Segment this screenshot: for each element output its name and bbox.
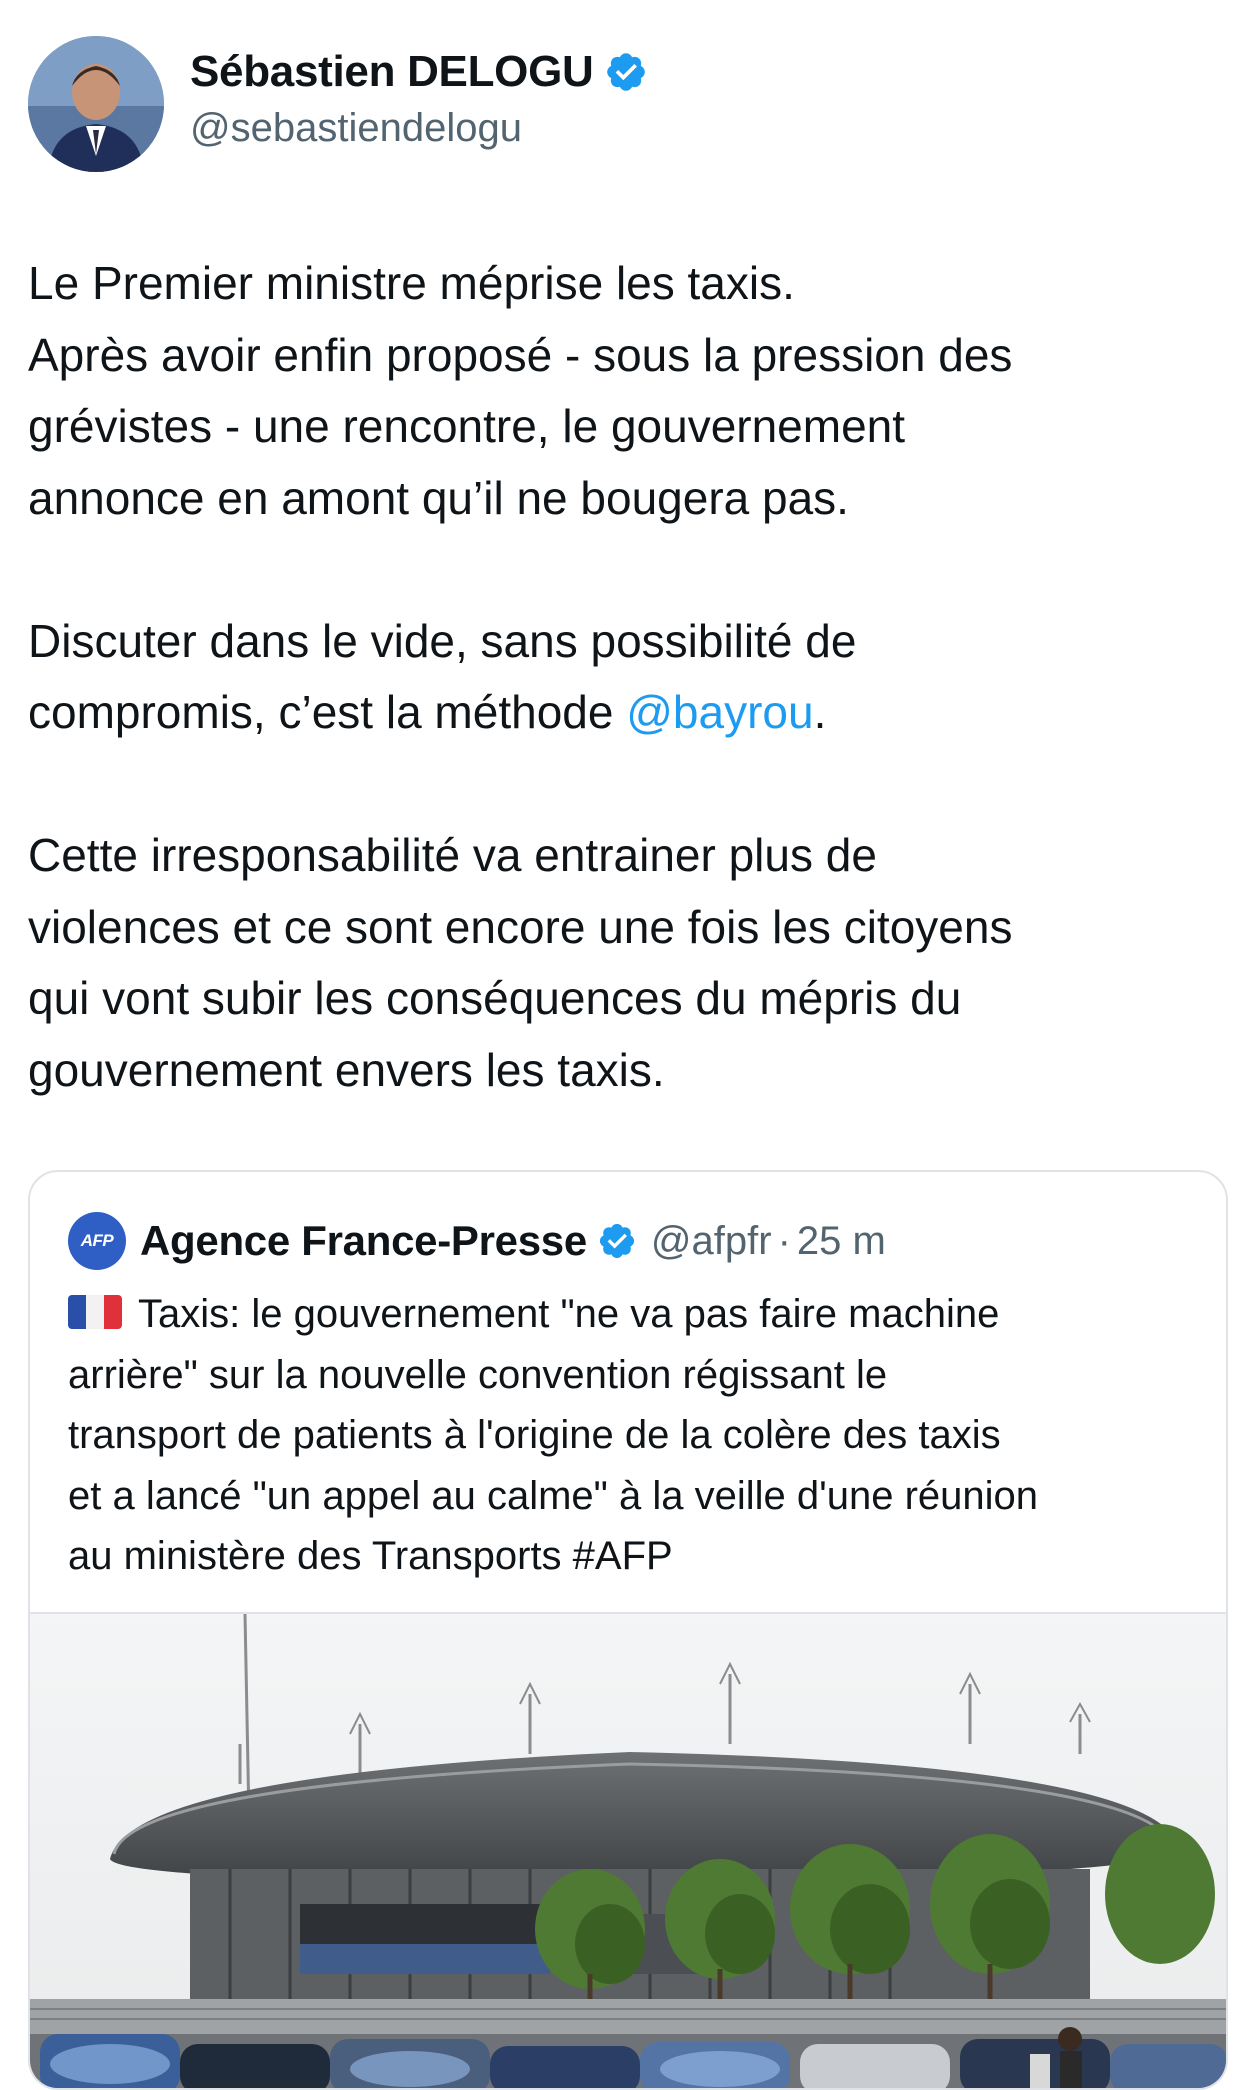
tweet-line-with-mention: compromis, c’est la méthode @bayrou. <box>28 677 1228 749</box>
author-names: Sébastien DELOGU @sebastiendelogu <box>190 36 648 152</box>
tweet-text-segment: compromis, c’est la méthode <box>28 686 627 738</box>
quoted-line: au ministère des Transports #AFP <box>68 1534 673 1578</box>
quoted-line: et a lancé "un appel au calme" à la veil… <box>68 1473 1039 1518</box>
quoted-tweet-card[interactable]: AFP Agence France-Presse @afpfr · 25 m T… <box>28 1170 1228 2090</box>
quoted-line: Taxis: le gouvernement "ne va pas faire … <box>68 1284 1208 1345</box>
tweet-line: Le Premier ministre méprise les taxis. <box>28 257 795 309</box>
quoted-line: transport de patients à l'origine de la … <box>68 1413 1001 1457</box>
tweet-text-segment: . <box>813 686 827 738</box>
mention-link[interactable]: @bayrou <box>626 686 813 738</box>
quoted-tweet-photo[interactable] <box>30 1612 1226 2088</box>
tweet-line: Après avoir enfin proposé - sous la pres… <box>28 328 1013 381</box>
quoted-author-handle[interactable]: @afpfr <box>651 1219 772 1264</box>
quoted-text-segment: Taxis: le gouvernement "ne va pas faire … <box>138 1292 1000 1336</box>
quoted-tweet-header: AFP Agence France-Presse @afpfr · 25 m <box>68 1212 886 1270</box>
tweet-line: Discuter dans le vide, sans possibilité … <box>28 614 857 667</box>
tweet-line: gouvernement envers les taxis. <box>28 1043 665 1096</box>
tweet-text: Le Premier ministre méprise les taxis. A… <box>28 248 1228 1106</box>
tweet-line: qui vont subir les conséquences du mépri… <box>28 972 962 1024</box>
display-name-row: Sébastien DELOGU <box>190 46 648 98</box>
author-handle[interactable]: @sebastiendelogu <box>190 104 648 152</box>
tweet-line: Cette irresponsabilité va entrainer plus… <box>28 829 877 881</box>
quoted-tweet-text: Taxis: le gouvernement "ne va pas faire … <box>68 1284 1208 1587</box>
separator-dot: · <box>777 1218 791 1263</box>
author-display-name[interactable]: Sébastien DELOGU <box>190 46 594 98</box>
tweet-header: Sébastien DELOGU @sebastiendelogu <box>28 36 648 172</box>
author-avatar[interactable] <box>28 36 164 172</box>
quoted-tweet-timestamp[interactable]: 25 m <box>797 1219 886 1264</box>
tweet-line: violences et ce sont encore une fois les… <box>28 900 1013 953</box>
tweet-line: annonce en amont qu’il ne bougera pas. <box>28 471 849 524</box>
france-flag-icon <box>68 1295 122 1329</box>
verified-badge-icon <box>597 1221 637 1261</box>
quoted-author-name[interactable]: Agence France-Presse <box>140 1217 587 1265</box>
afp-avatar[interactable]: AFP <box>68 1212 126 1270</box>
verified-badge-icon <box>604 50 648 94</box>
quoted-line: arrière" sur la nouvelle convention régi… <box>68 1352 888 1397</box>
tweet-line: grévistes - une rencontre, le gouverneme… <box>28 400 906 452</box>
